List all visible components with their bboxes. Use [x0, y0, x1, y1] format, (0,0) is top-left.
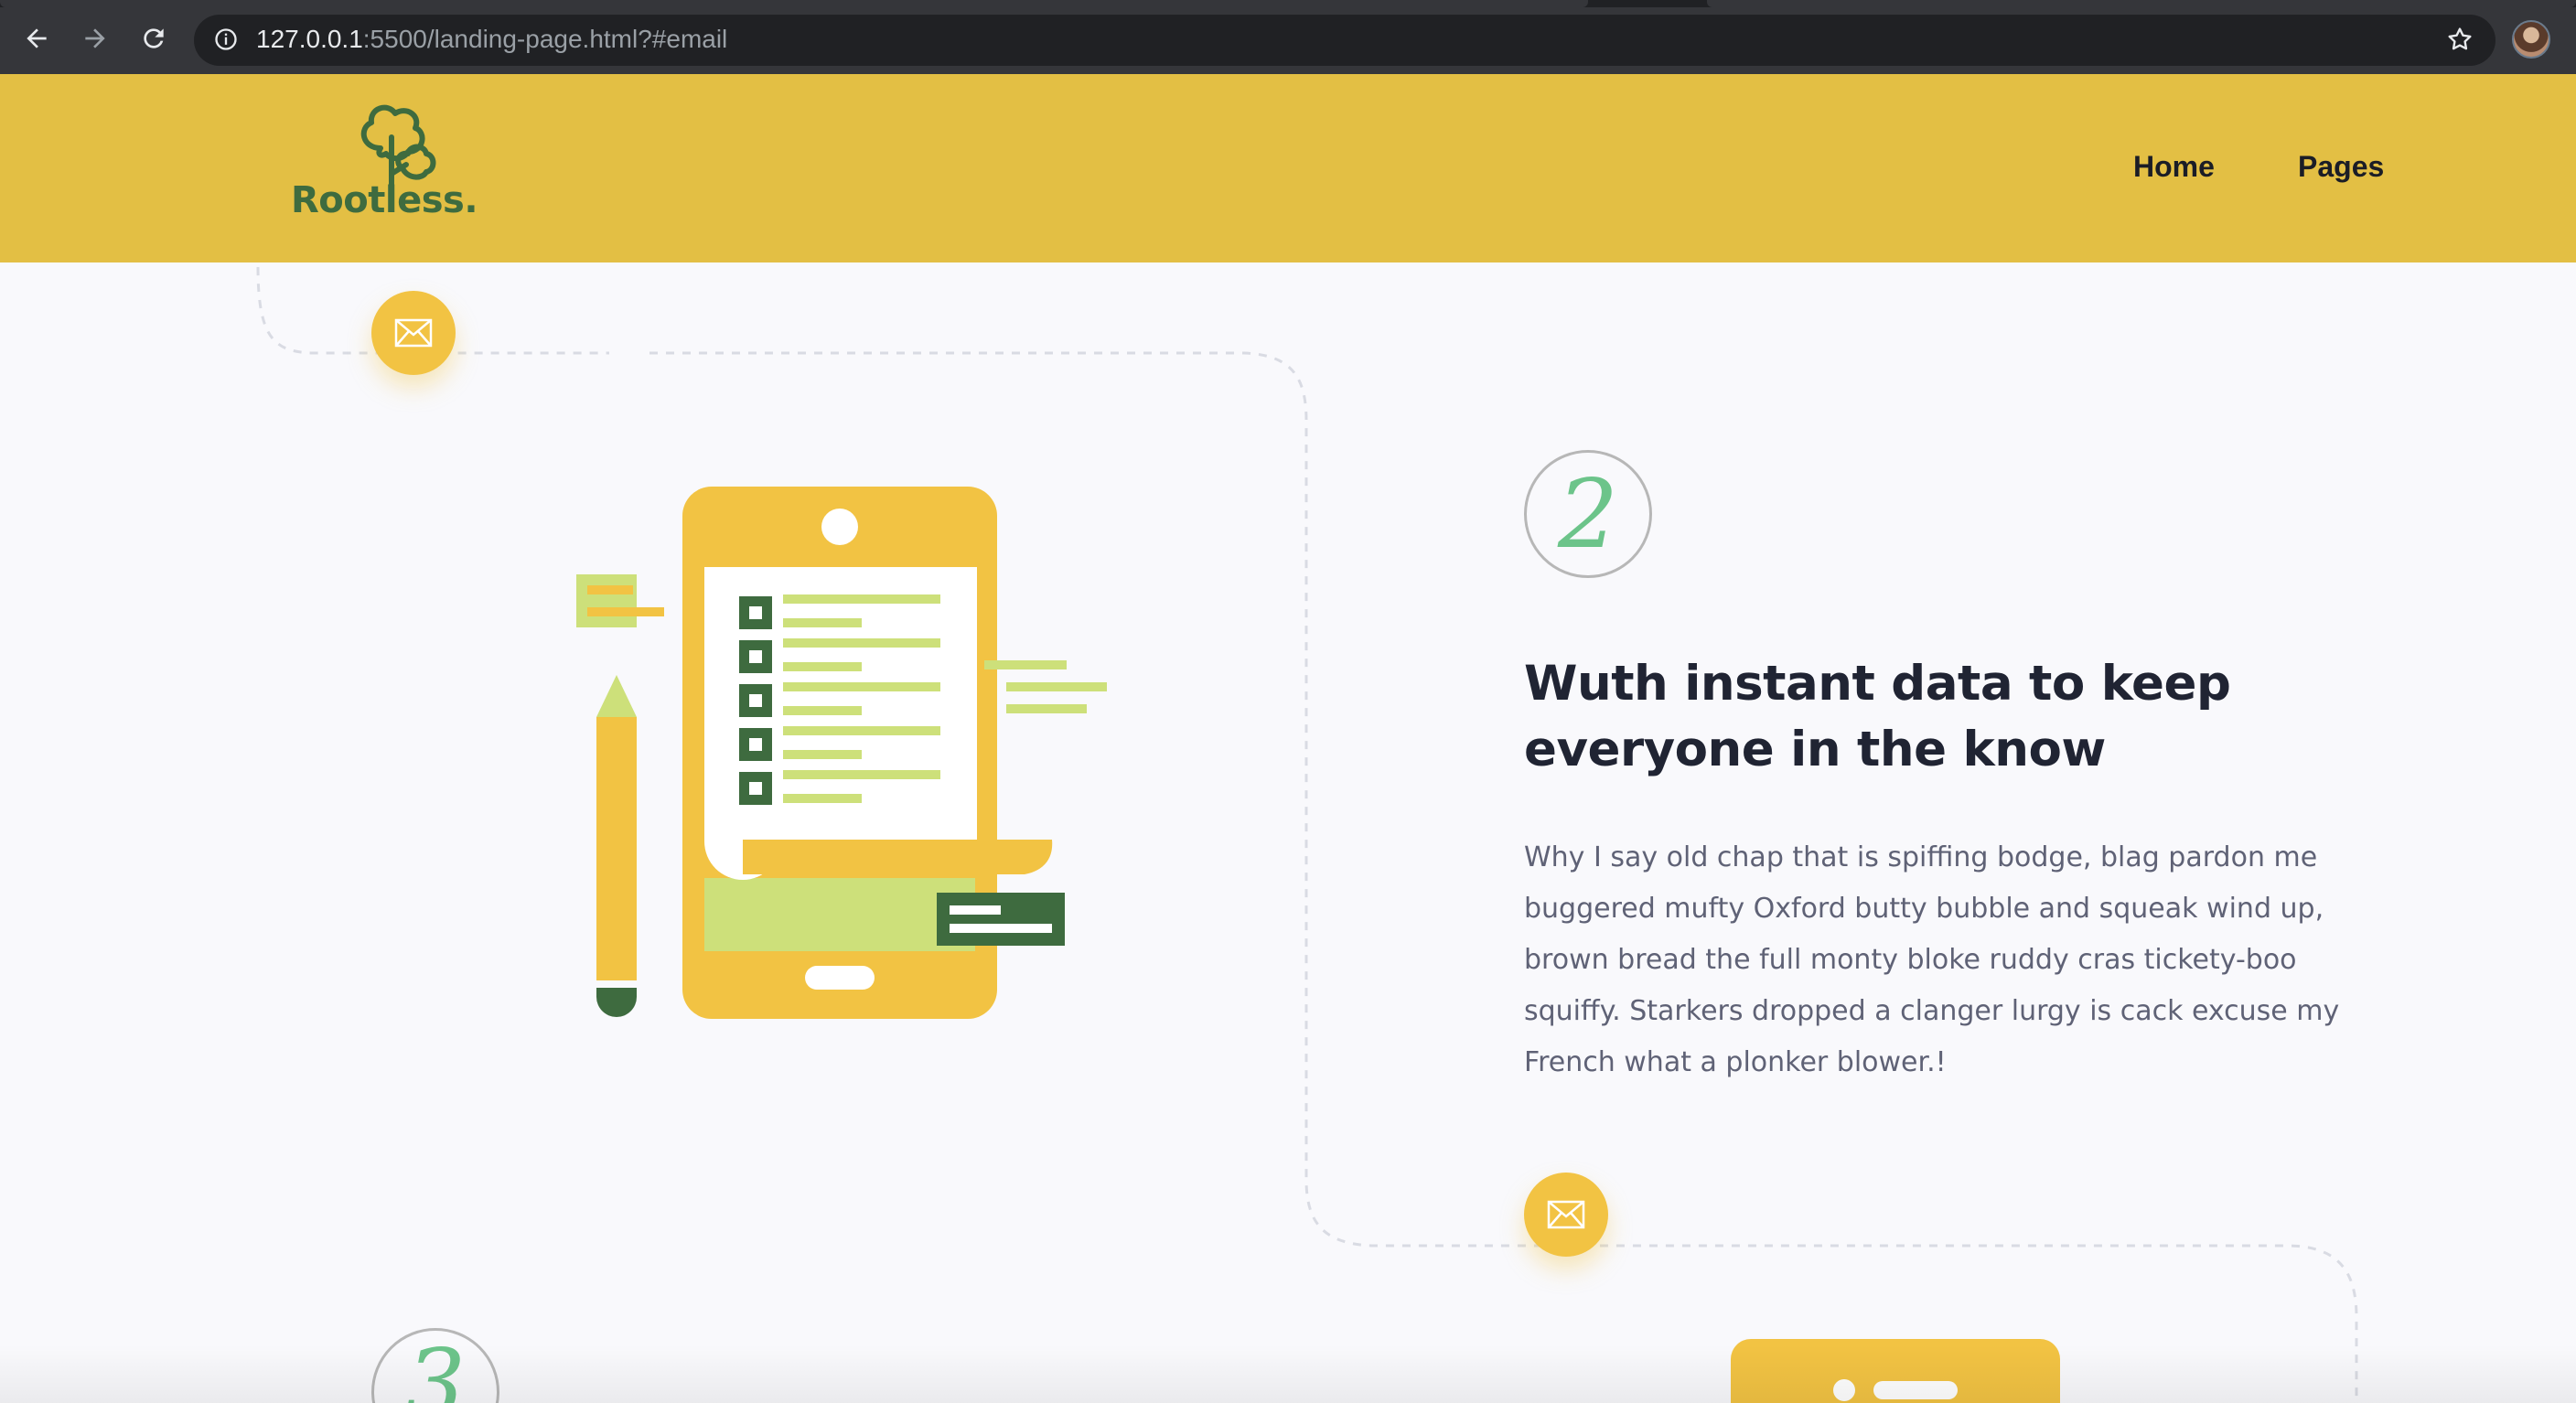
section-paragraph: Why I say old chap that is spiffing bodg… [1524, 841, 2340, 1078]
logo-text[interactable]: Rootless. [291, 179, 478, 221]
step-number: 2 [1557, 458, 1619, 570]
arrow-right-icon [85, 28, 105, 48]
nav-home-link[interactable]: Home [2133, 150, 2215, 184]
inactive-tab-edge[interactable] [1707, 0, 2576, 7]
envelope-icon [394, 318, 433, 348]
reload-button[interactable] [134, 18, 174, 59]
step-number-badge: 2 [1524, 450, 1652, 578]
nav-pages-link[interactable]: Pages [2298, 150, 2384, 184]
url-path: :5500/landing-page.html?#email [362, 25, 728, 53]
reload-icon [144, 28, 164, 48]
section-heading: Wuth instant data to keep everyone in th… [1524, 656, 2231, 777]
email-step-marker-2[interactable] [1524, 1173, 1608, 1257]
back-button[interactable] [16, 18, 57, 59]
viewport-bottom-shadow [0, 1344, 2576, 1403]
url-text[interactable]: 127.0.0.1:5500/landing-page.html?#email [256, 24, 727, 55]
profile-avatar[interactable] [2512, 20, 2550, 59]
bookmark-star-button[interactable] [2441, 20, 2479, 59]
url-host: 127.0.0.1 [256, 25, 363, 53]
star-icon [2448, 27, 2472, 50]
email-step-marker[interactable] [371, 291, 456, 375]
arrow-left-icon [27, 28, 47, 48]
browser-toolbar: 127.0.0.1:5500/landing-page.html?#email [0, 0, 2576, 74]
checklist-phone-illustration [576, 487, 1107, 1019]
envelope-icon [1547, 1200, 1585, 1229]
forward-button[interactable] [75, 18, 115, 59]
tab-strip [0, 0, 2576, 7]
info-icon[interactable] [212, 26, 240, 53]
active-tab-edge[interactable] [0, 0, 1588, 7]
